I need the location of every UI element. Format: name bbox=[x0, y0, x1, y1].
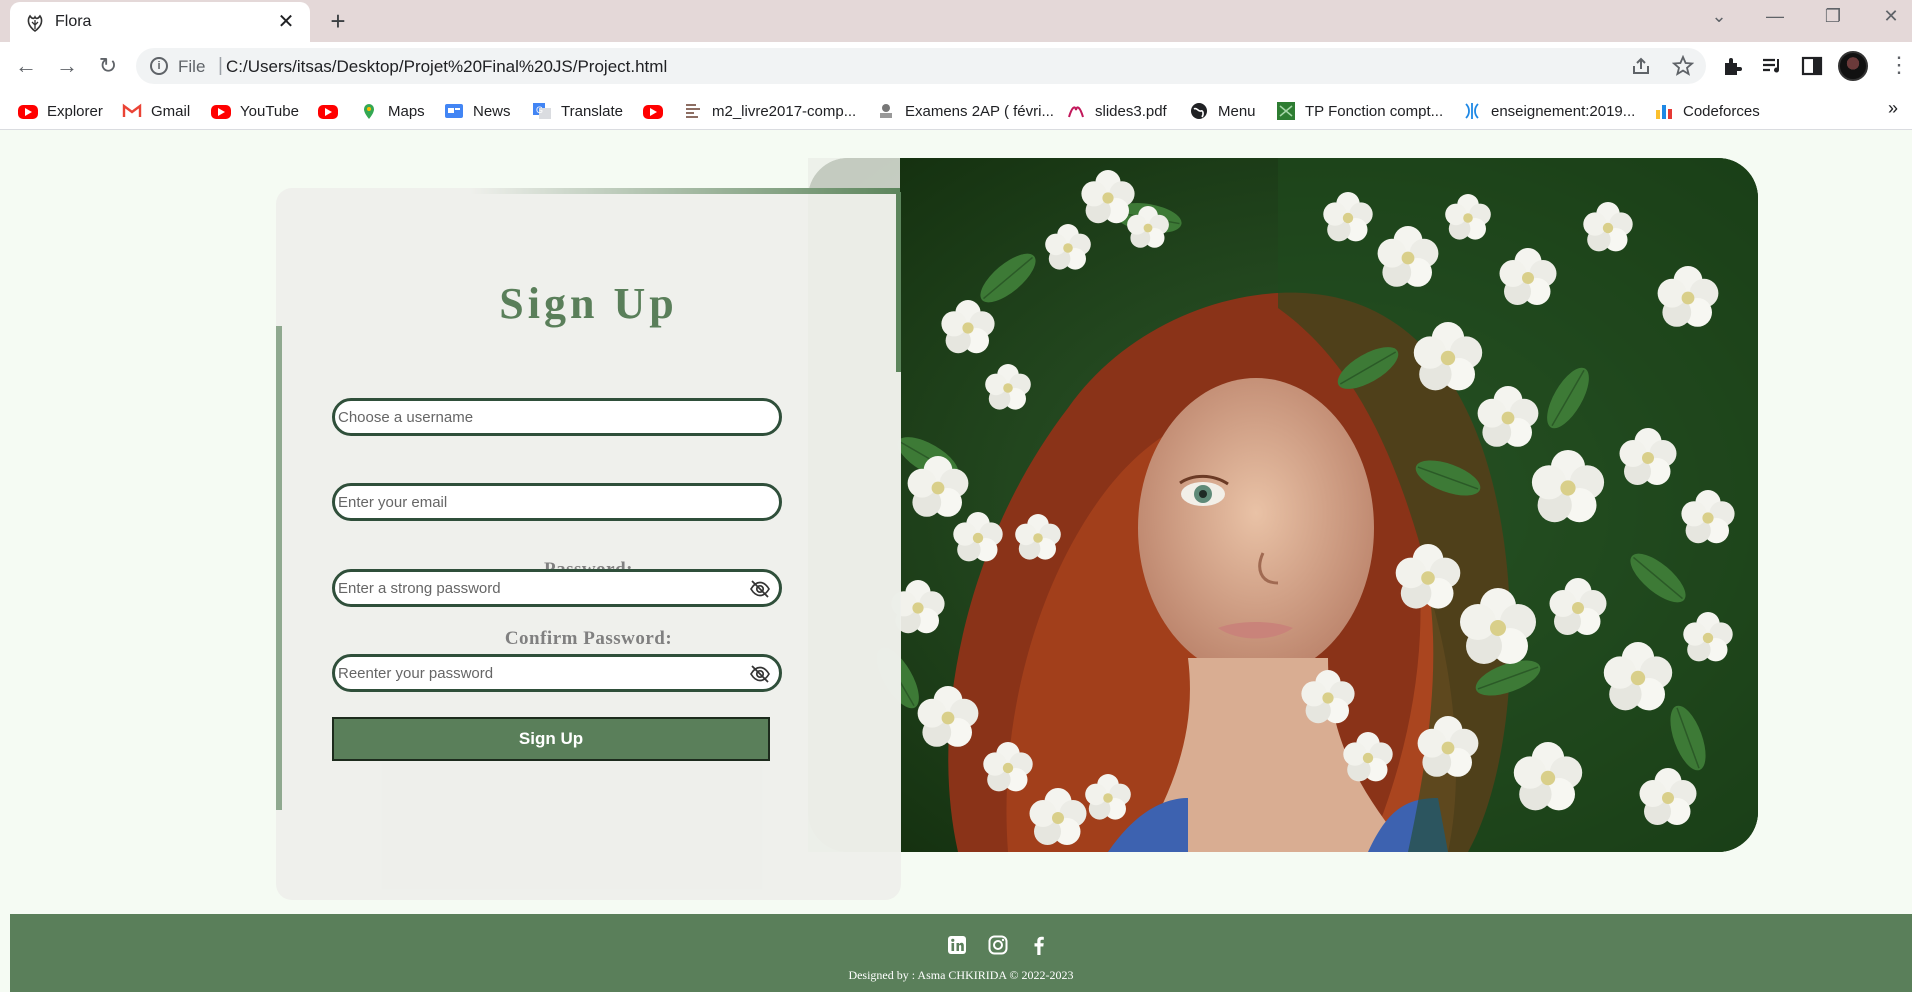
password-input[interactable] bbox=[338, 572, 738, 604]
bookmark-news[interactable]: News bbox=[444, 100, 511, 122]
gmail-icon bbox=[122, 103, 142, 117]
bookmark-label: Maps bbox=[388, 102, 425, 120]
restore-icon[interactable]: ❐ bbox=[1818, 6, 1848, 27]
browser-tab[interactable]: Flora ✕ bbox=[10, 2, 310, 42]
maps-icon bbox=[364, 104, 374, 119]
eye-slash-icon[interactable] bbox=[749, 578, 771, 600]
bookmark-label: Translate bbox=[561, 102, 623, 120]
site-footer: Designed by : Asma CHKIRIDA © 2022-2023 bbox=[10, 914, 1912, 992]
document-icon bbox=[686, 104, 700, 118]
bookmark-youtube[interactable]: YouTube bbox=[211, 100, 299, 122]
url-scheme-label: File bbox=[178, 57, 206, 76]
email-input[interactable] bbox=[338, 486, 738, 518]
bookmark-gmail[interactable]: Gmail bbox=[122, 100, 190, 122]
bookmark-translate[interactable]: G Translate bbox=[532, 100, 623, 122]
bookmark-slides3[interactable]: slides3.pdf bbox=[1066, 100, 1167, 122]
url-text[interactable]: C:/Users/itsas/Desktop/Projet%20Final%20… bbox=[226, 57, 667, 77]
side-panel-icon[interactable] bbox=[1800, 54, 1824, 78]
profile-avatar[interactable] bbox=[1838, 51, 1868, 81]
confirm-password-field[interactable] bbox=[332, 654, 782, 692]
bookmark-label: TP Fonction compt... bbox=[1305, 102, 1444, 120]
tab-strip: Flora ✕ + ⌄ — ❐ ✕ bbox=[0, 0, 1912, 42]
bookmark-youtube-3[interactable] bbox=[643, 100, 672, 122]
globe-icon bbox=[1191, 103, 1207, 119]
username-input[interactable] bbox=[338, 401, 738, 433]
bookmark-label: enseignement:2019... bbox=[1491, 102, 1636, 120]
confirm-password-input[interactable] bbox=[338, 657, 738, 689]
bookmark-youtube-2[interactable] bbox=[318, 100, 347, 122]
facebook-icon[interactable] bbox=[1028, 934, 1050, 956]
reload-icon[interactable]: ↻ bbox=[94, 52, 122, 80]
bookmark-label: YouTube bbox=[240, 102, 299, 120]
person-icon bbox=[880, 104, 892, 118]
bookmark-label: slides3.pdf bbox=[1095, 102, 1167, 120]
footer-credit: Designed by : Asma CHKIRIDA © 2022-2023 bbox=[848, 968, 1074, 982]
svg-text:G: G bbox=[536, 105, 543, 115]
youtube-icon bbox=[643, 105, 663, 119]
browser-menu-icon[interactable]: ⋮ bbox=[1888, 52, 1910, 78]
bookmark-menu[interactable]: Menu bbox=[1189, 100, 1256, 122]
bookmark-label: m2_livre2017-comp... bbox=[712, 102, 857, 120]
translate-icon: G bbox=[533, 103, 551, 119]
bookmark-enseignement[interactable]: enseignement:2019... bbox=[1462, 100, 1635, 122]
tab-title: Flora bbox=[55, 13, 92, 30]
bookmark-examens[interactable]: Examens 2AP ( févri... bbox=[876, 100, 1054, 122]
youtube-icon bbox=[211, 105, 231, 119]
pdf-icon bbox=[1068, 106, 1084, 118]
bookmark-m2-livre[interactable]: m2_livre2017-comp... bbox=[683, 100, 856, 122]
browser-toolbar: ← → ↻ i File | C:/Users/itsas/Desktop/Pr… bbox=[0, 42, 1912, 90]
bookmark-label: Explorer bbox=[47, 102, 103, 120]
password-field[interactable] bbox=[332, 569, 782, 607]
bookmark-star-icon[interactable] bbox=[1672, 55, 1694, 77]
minimize-icon[interactable]: — bbox=[1760, 6, 1790, 27]
site-info-icon[interactable]: i bbox=[150, 57, 168, 75]
username-field[interactable] bbox=[332, 398, 782, 436]
tab-close-icon[interactable]: ✕ bbox=[274, 10, 298, 34]
news-icon bbox=[445, 104, 463, 118]
bookmark-label: Examens 2AP ( févri... bbox=[905, 102, 1054, 120]
media-queue-icon[interactable] bbox=[1760, 54, 1784, 78]
close-window-icon[interactable]: ✕ bbox=[1876, 6, 1906, 27]
share-icon[interactable] bbox=[1630, 55, 1652, 77]
flora-favicon-icon bbox=[27, 14, 43, 32]
forward-icon[interactable]: → bbox=[53, 52, 81, 80]
signup-button[interactable]: Sign Up bbox=[332, 717, 770, 761]
eye-slash-icon[interactable] bbox=[749, 663, 771, 685]
page-title: Sign Up bbox=[499, 279, 678, 328]
green-square-icon bbox=[1277, 102, 1295, 120]
youtube-icon bbox=[18, 105, 38, 119]
hero-photo bbox=[808, 158, 1758, 852]
card-accent-top bbox=[470, 188, 900, 194]
new-tab-button[interactable]: + bbox=[324, 7, 352, 35]
bookmark-codeforces[interactable]: Codeforces bbox=[1654, 100, 1760, 122]
bookmark-maps[interactable]: Maps bbox=[359, 100, 425, 122]
linkedin-icon[interactable] bbox=[946, 934, 968, 956]
instagram-icon[interactable] bbox=[987, 934, 1009, 956]
confirm-password-label: Confirm Password: bbox=[504, 628, 673, 649]
bookmark-label: Menu bbox=[1218, 102, 1256, 120]
youtube-icon bbox=[318, 105, 338, 119]
bookmarks-bar: Explorer Gmail YouTube Maps News G Trans… bbox=[0, 90, 1912, 130]
bookmark-label: News bbox=[473, 102, 511, 120]
bookmark-label: Gmail bbox=[151, 102, 191, 120]
wiki-icon bbox=[1465, 103, 1479, 119]
address-bar[interactable]: i File | C:/Users/itsas/Desktop/Projet%2… bbox=[136, 48, 1706, 84]
bookmark-tp-fonction[interactable]: TP Fonction compt... bbox=[1276, 100, 1443, 122]
extensions-icon[interactable] bbox=[1720, 54, 1744, 78]
more-bookmarks-button[interactable]: » bbox=[1888, 98, 1898, 119]
hero-image bbox=[808, 158, 1758, 852]
bookmark-label: Codeforces bbox=[1683, 102, 1760, 120]
back-icon[interactable]: ← bbox=[12, 52, 40, 80]
bookmark-explorer[interactable]: Explorer bbox=[18, 100, 103, 122]
url-separator: | bbox=[218, 55, 223, 76]
email-field[interactable] bbox=[332, 483, 782, 521]
tab-search-icon[interactable]: ⌄ bbox=[1704, 6, 1734, 27]
codeforces-icon bbox=[1656, 105, 1672, 119]
